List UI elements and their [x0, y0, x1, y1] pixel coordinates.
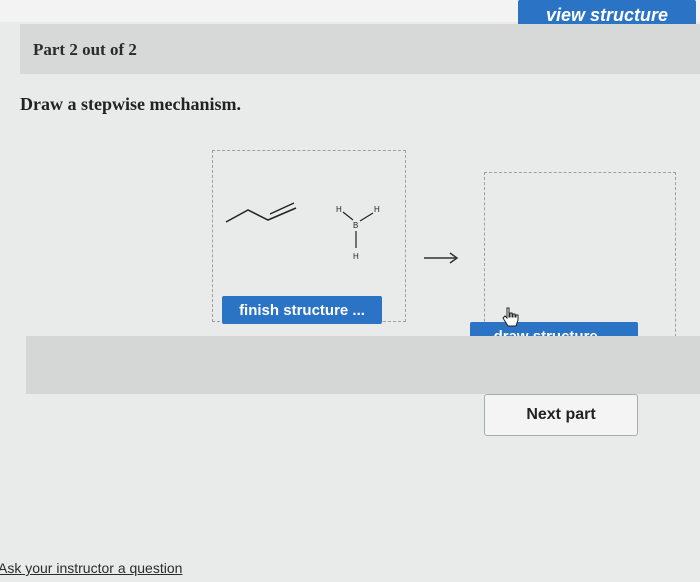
right-arrow-icon — [424, 252, 459, 264]
propene-chain — [225, 207, 297, 223]
boron-atom: B — [353, 221, 358, 230]
hand-pointer-icon — [502, 307, 519, 327]
h-atom-bottom: H — [353, 252, 359, 261]
reactant-structure: H B H H — [225, 202, 380, 261]
propene-double-bond — [269, 202, 295, 215]
next-part-button[interactable]: Next part — [484, 394, 638, 436]
ask-instructor-link[interactable]: Ask your instructor a question — [0, 560, 182, 576]
part-label: Part 2 out of 2 — [33, 40, 137, 59]
finish-structure-button[interactable]: finish structure ... — [222, 296, 382, 324]
h-atom-top-right: H — [374, 205, 380, 214]
h-atom-top-left: H — [336, 205, 342, 214]
question-prompt: Draw a stepwise mechanism. — [20, 94, 241, 114]
answer-footer-bar — [26, 336, 700, 394]
